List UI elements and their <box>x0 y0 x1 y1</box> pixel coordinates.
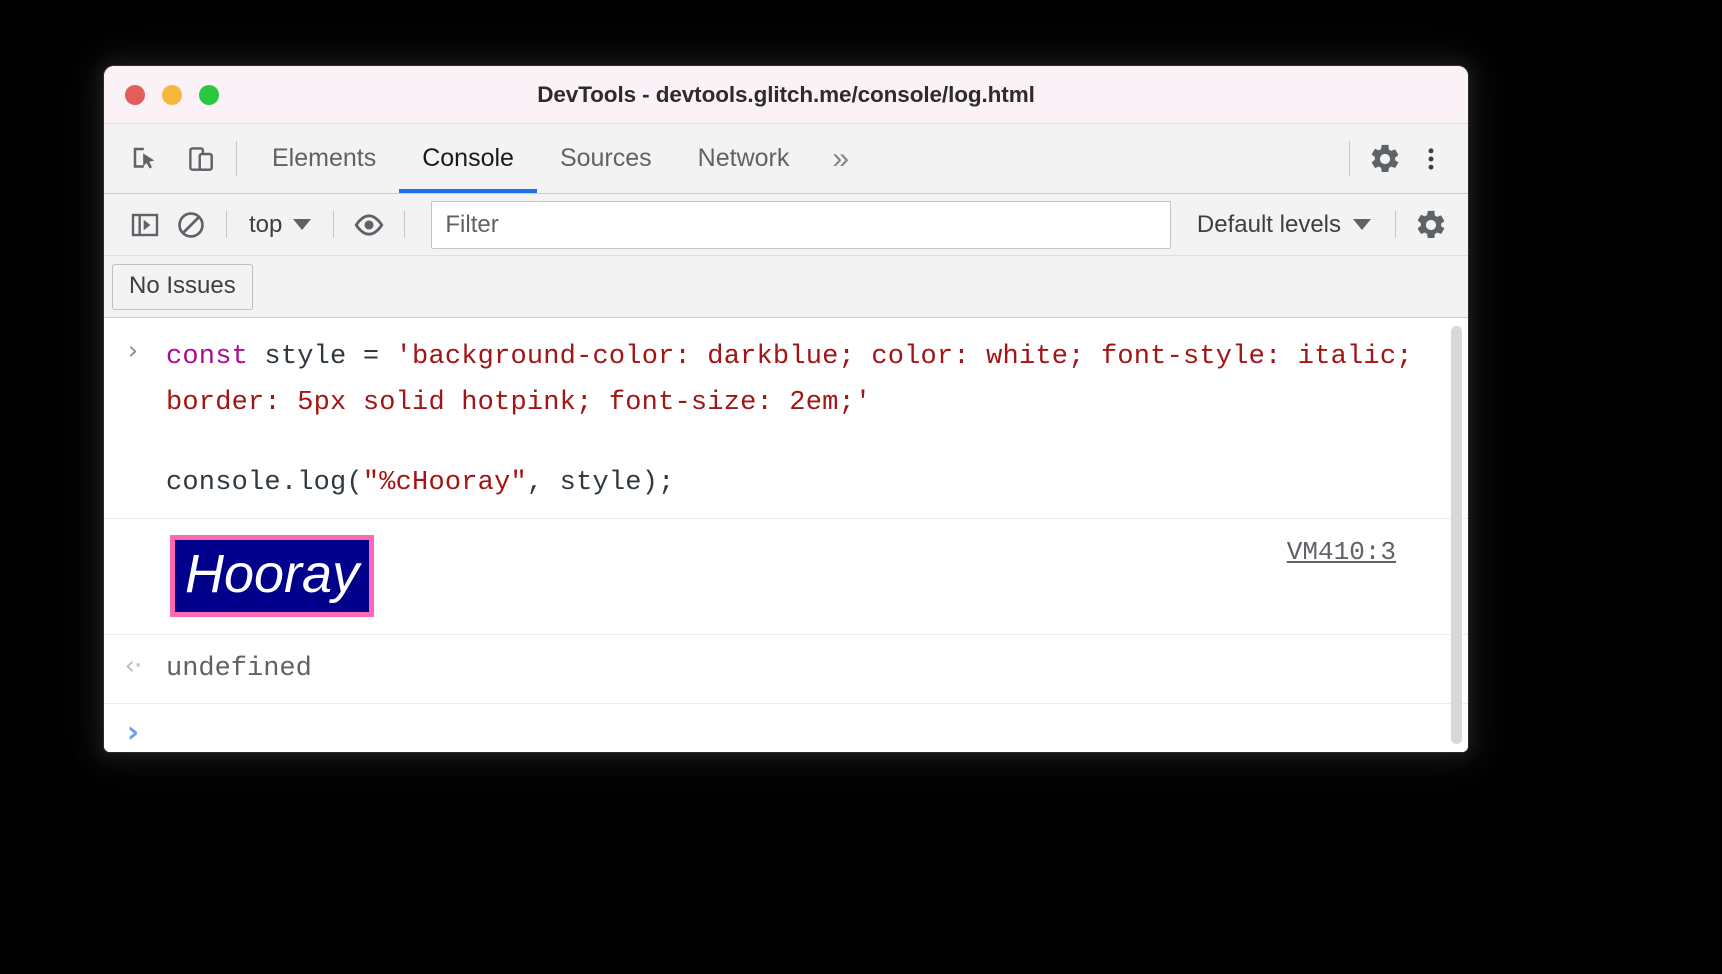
gear-icon[interactable] <box>1362 136 1408 182</box>
tab-elements-label: Elements <box>272 144 377 172</box>
tab-elements[interactable]: Elements <box>249 124 399 193</box>
console-input-prompt-row[interactable]: › <box>104 704 1468 752</box>
console-toolbar: top Default levels <box>104 194 1468 256</box>
log-levels-label: Default levels <box>1196 210 1341 238</box>
issues-bar: No Issues <box>104 256 1468 318</box>
command-line-1: const style = 'background-color: darkblu… <box>166 334 1444 426</box>
chevron-down-icon <box>1353 219 1371 230</box>
filter-input[interactable] <box>431 200 1171 249</box>
source-location-link[interactable]: VM410:3 <box>1287 537 1396 567</box>
window-title-bar: DevTools - devtools.glitch.me/console/lo… <box>104 66 1468 124</box>
console-toolbar-divider-3 <box>404 211 406 238</box>
tab-strip-tool-icons <box>122 124 224 193</box>
tab-sources[interactable]: Sources <box>537 124 675 193</box>
tab-console[interactable]: Console <box>399 124 537 193</box>
return-value-glyph: ‹· <box>124 651 143 681</box>
tab-strip-spacer <box>869 124 1337 193</box>
window-title: DevTools - devtools.glitch.me/console/lo… <box>537 81 1035 107</box>
code-console-log-call: console.log( <box>166 468 363 498</box>
tab-console-label: Console <box>422 144 514 172</box>
devtools-window: DevTools - devtools.glitch.me/console/lo… <box>104 66 1468 752</box>
code-assignment: style = <box>264 342 396 372</box>
console-result-row: ‹· undefined <box>104 635 1468 704</box>
prompt-chevron-glyph: › <box>127 336 139 366</box>
tab-network-label: Network <box>697 144 790 172</box>
console-output-row: Hooray VM410:3 <box>104 519 1468 635</box>
code-call-tail: , style); <box>526 468 675 498</box>
more-tabs-label: » <box>832 141 850 175</box>
tab-strip-divider-right <box>1349 141 1350 176</box>
no-issues-button[interactable]: No Issues <box>112 263 253 310</box>
clear-console-icon[interactable] <box>168 202 214 248</box>
log-levels-selector[interactable]: Default levels <box>1185 211 1383 239</box>
tab-sources-label: Sources <box>559 144 652 172</box>
minimize-window-button[interactable] <box>162 84 182 105</box>
tab-network[interactable]: Network <box>675 124 813 193</box>
code-keyword-const: const <box>166 342 265 372</box>
input-prompt-icon: › <box>104 718 162 748</box>
console-scrollbar-thumb[interactable] <box>1451 326 1462 744</box>
device-toolbar-icon[interactable] <box>178 136 224 182</box>
result-value: undefined <box>166 654 312 684</box>
more-tabs-icon[interactable]: » <box>812 124 869 193</box>
close-window-button[interactable] <box>125 84 145 105</box>
kebab-menu-icon[interactable] <box>1408 136 1454 182</box>
chevron-down-icon <box>293 219 312 230</box>
command-prompt-icon: › <box>104 338 162 364</box>
styled-log-output: Hooray <box>170 535 375 618</box>
execution-context-selector[interactable]: top <box>239 211 321 239</box>
devtools-tabs: Elements Console Sources Network » <box>249 124 869 193</box>
command-line-2: console.log("%cHooray", style); <box>166 460 1444 506</box>
inspect-element-icon[interactable] <box>122 136 168 182</box>
tab-strip-divider <box>236 141 237 176</box>
traffic-light-buttons <box>125 84 219 105</box>
eye-icon[interactable] <box>346 202 392 248</box>
console-message-list: › const style = 'background-color: darkb… <box>104 318 1468 752</box>
console-toolbar-divider-4 <box>1395 211 1396 238</box>
code-hooray-string: "%cHooray" <box>362 468 527 498</box>
execution-context-label: top <box>249 210 283 238</box>
tab-strip-right-icons <box>1362 124 1454 193</box>
console-settings-gear-icon[interactable] <box>1408 202 1454 248</box>
input-prompt-chevron-glyph: › <box>126 715 140 750</box>
devtools-tab-strip: Elements Console Sources Network » <box>104 124 1468 194</box>
maximize-window-button[interactable] <box>199 84 219 105</box>
result-arrow-icon: ‹· <box>104 653 162 679</box>
console-scrollbar[interactable] <box>1451 326 1462 744</box>
console-command-row[interactable]: › const style = 'background-color: darkb… <box>104 318 1468 519</box>
console-sidebar-icon[interactable] <box>122 202 168 248</box>
console-toolbar-divider-1 <box>226 211 227 238</box>
console-toolbar-divider-2 <box>333 211 335 238</box>
